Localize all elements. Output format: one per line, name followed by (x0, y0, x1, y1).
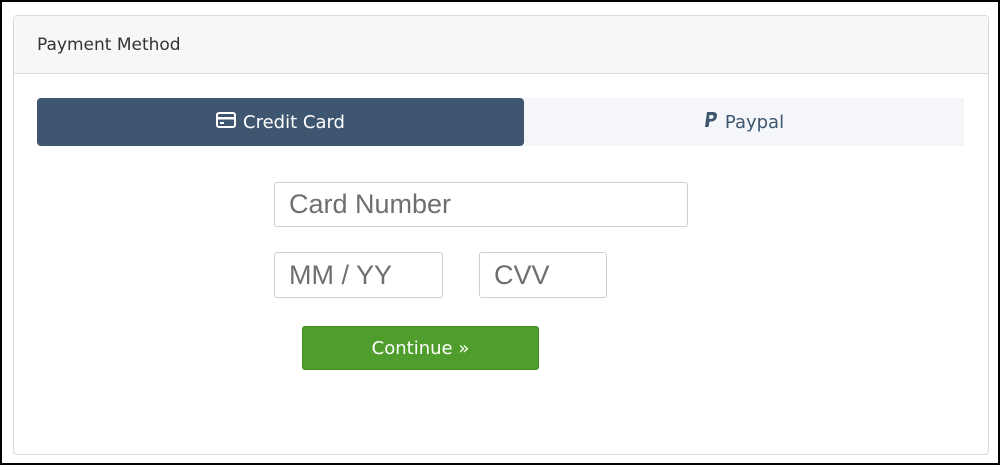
tab-credit-card[interactable]: Credit Card (37, 98, 524, 146)
panel-header: Payment Method (14, 16, 988, 74)
screenshot-frame: Payment Method Credit Card Paypal Card N… (0, 0, 1000, 465)
tab-paypal-label: Paypal (724, 111, 785, 133)
payment-panel: Payment Method Credit Card Paypal Card N… (13, 15, 989, 455)
cvv-input[interactable] (479, 252, 607, 298)
continue-button[interactable]: Continue » (302, 326, 539, 370)
tab-paypal[interactable]: Paypal (524, 98, 964, 146)
payment-tabs: Credit Card Paypal (37, 98, 964, 146)
card-number-input[interactable] (274, 182, 688, 227)
panel-title: Payment Method (37, 34, 181, 55)
tab-credit-card-label: Credit Card (243, 111, 345, 133)
paypal-icon (704, 111, 725, 134)
continue-button-label: Continue » (371, 337, 470, 359)
expiry-date-input[interactable] (274, 252, 443, 298)
credit-card-icon (216, 111, 243, 133)
